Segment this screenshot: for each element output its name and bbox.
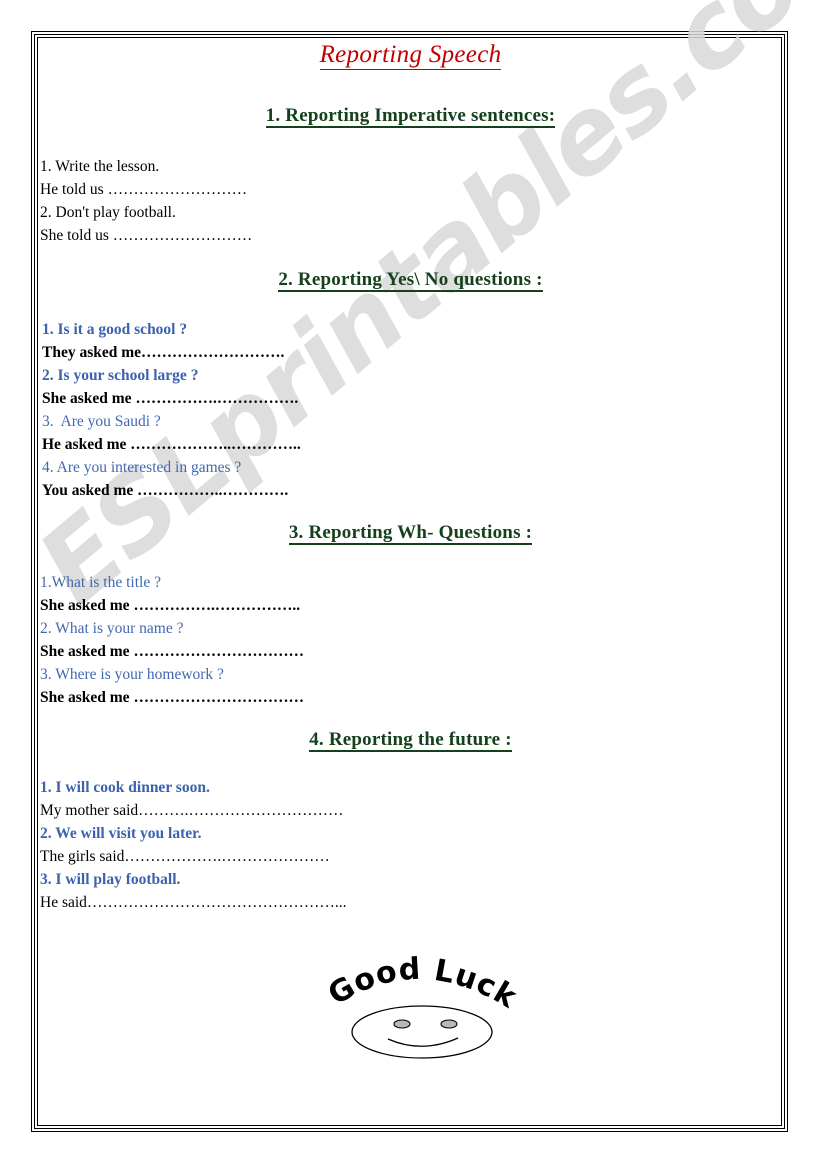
worksheet-line: The girls said……………….………………… bbox=[40, 848, 330, 865]
worksheet-line: My mother said……….………………………… bbox=[40, 802, 344, 819]
worksheet-line: 1. Write the lesson. bbox=[40, 158, 160, 175]
smiley-eye-right-icon bbox=[440, 1019, 458, 1029]
worksheet-line: 1.What is the title ? bbox=[40, 574, 161, 591]
worksheet-line: She asked me …………….……………. bbox=[42, 390, 299, 407]
smiley-head-icon bbox=[351, 1005, 493, 1059]
worksheet-line: She told us ……………………… bbox=[40, 227, 253, 244]
worksheet-line: 1. Is it a good school ? bbox=[42, 321, 188, 338]
worksheet-line: 2. Don't play football. bbox=[40, 204, 176, 221]
worksheet-line: 2. Is your school large ? bbox=[42, 367, 199, 384]
worksheet-line: She asked me …………………………… bbox=[40, 689, 304, 706]
worksheet-line: 3. Are you Saudi ? bbox=[42, 413, 161, 430]
section-body-1: 1. Write the lesson. He told us ……………………… bbox=[40, 155, 252, 247]
worksheet-line: They asked me………………………. bbox=[42, 344, 285, 361]
section-heading-3-text: 3. Reporting Wh- Questions : bbox=[288, 522, 533, 545]
smiley-mouth-icon bbox=[387, 1037, 459, 1047]
page-title: Reporting Speech bbox=[0, 41, 821, 70]
section-heading-4: 4. Reporting the future : bbox=[0, 729, 821, 752]
section-heading-2: 2. Reporting Yes\ No questions : bbox=[0, 269, 821, 292]
worksheet-line: 4. Are you interested in games ? bbox=[42, 459, 242, 476]
worksheet-line: He told us ……………………… bbox=[40, 181, 248, 198]
page-title-text: Reporting Speech bbox=[319, 41, 502, 70]
worksheet-line: 2. What is your name ? bbox=[40, 620, 184, 637]
worksheet-line: 3. Where is your homework ? bbox=[40, 666, 224, 683]
section-heading-1: 1. Reporting Imperative sentences: bbox=[0, 105, 821, 128]
section-body-4: 1. I will cook dinner soon. My mother sa… bbox=[40, 776, 347, 914]
worksheet-line: 2. We will visit you later. bbox=[40, 825, 202, 842]
worksheet-line: He said…………………………………………... bbox=[40, 894, 347, 911]
worksheet-content: Reporting Speech 1. Reporting Imperative… bbox=[0, 0, 821, 1169]
section-body-3: 1.What is the title ? She asked me ……………… bbox=[40, 571, 304, 709]
worksheet-line: 3. I will play football. bbox=[40, 871, 181, 888]
section-body-2: 1. Is it a good school ? They asked me……… bbox=[42, 318, 301, 502]
section-heading-2-text: 2. Reporting Yes\ No questions : bbox=[278, 269, 543, 292]
worksheet-line: 1. I will cook dinner soon. bbox=[40, 779, 210, 796]
section-heading-3: 3. Reporting Wh- Questions : bbox=[0, 522, 821, 545]
section-heading-1-text: 1. Reporting Imperative sentences: bbox=[265, 105, 556, 128]
section-heading-4-text: 4. Reporting the future : bbox=[309, 729, 512, 752]
worksheet-line: He asked me ………………..………….. bbox=[42, 436, 301, 453]
smiley-eye-left-icon bbox=[393, 1019, 411, 1029]
worksheet-line: You asked me ……………..…………. bbox=[42, 482, 289, 499]
worksheet-line: She asked me …………….…………….. bbox=[40, 597, 301, 614]
worksheet-line: She asked me …………………………… bbox=[40, 643, 304, 660]
smiley-face bbox=[351, 1005, 493, 1059]
good-luck-graphic: Good Luck bbox=[325, 946, 520, 1061]
